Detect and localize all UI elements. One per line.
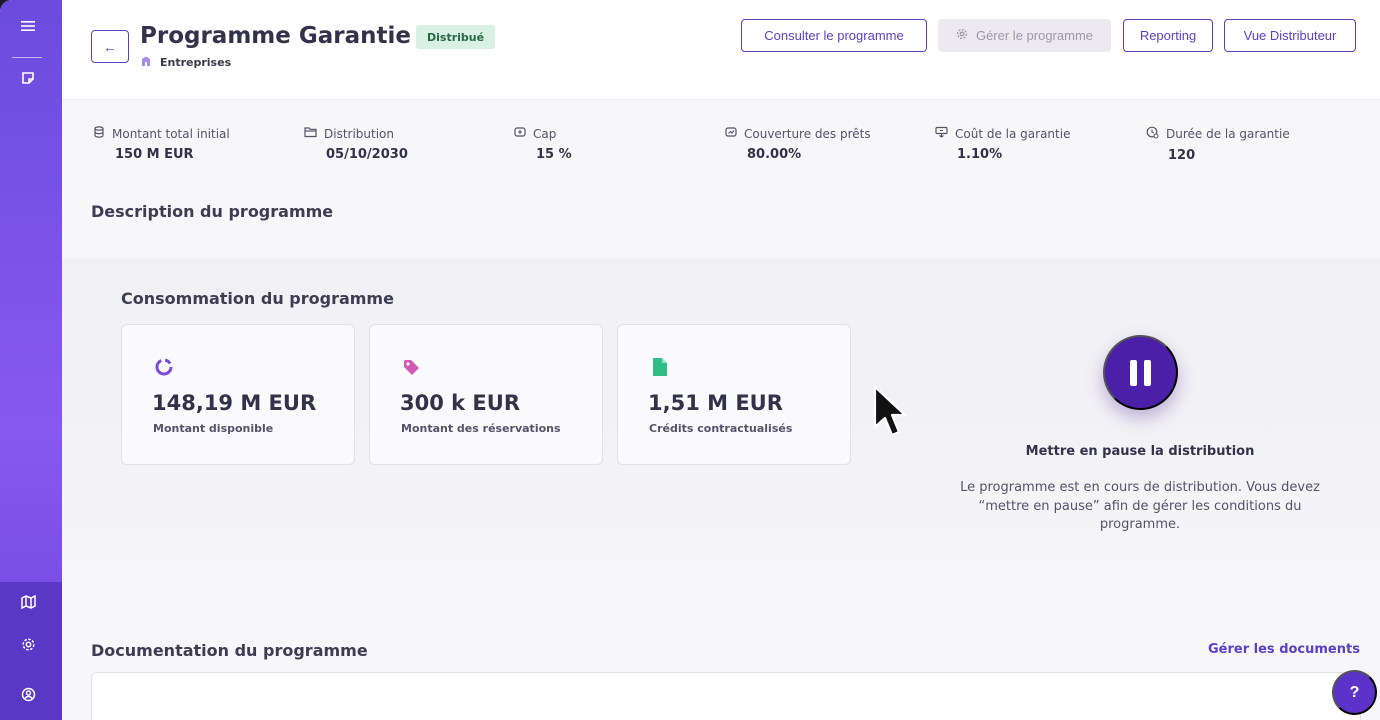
sidebar	[0, 0, 62, 720]
consult-program-button[interactable]: Consulter le programme	[741, 19, 927, 52]
cap-icon	[514, 126, 526, 141]
reservations-amount-card: 300 k EUR Montant des réservations	[369, 324, 603, 465]
stat-label: Couverture des prêts	[744, 126, 871, 141]
stat-value: 120	[1168, 148, 1196, 163]
manage-program-label: Gérer le programme	[975, 28, 1094, 43]
file-icon	[649, 356, 671, 378]
stat-distribution: Distribution 05/10/2030	[304, 126, 408, 162]
cost-icon	[935, 126, 948, 141]
clock-icon	[1146, 126, 1159, 142]
description-title: Description du programme	[91, 202, 334, 221]
donut-icon	[153, 356, 175, 378]
card-label: Crédits contractualisés	[649, 422, 793, 435]
folder-icon	[304, 126, 317, 141]
stat-label: Durée de la garantie	[1166, 127, 1290, 141]
pause-distribution-button[interactable]	[1103, 335, 1178, 410]
page-title: Programme Garantie A	[140, 23, 437, 49]
stat-value: 150 M EUR	[115, 147, 194, 162]
pause-description: Le programme est en cours de distributio…	[960, 480, 1320, 532]
main-content: ← Programme Garantie A Distribué Entrepr…	[62, 0, 1380, 720]
stat-guarantee-cost: Coût de la garantie 1.10%	[935, 126, 1070, 162]
card-value: 148,19 M EUR	[152, 391, 317, 415]
distributor-view-button[interactable]: Vue Distributeur	[1224, 19, 1356, 52]
app-window: ← Programme Garantie A Distribué Entrepr…	[0, 0, 1380, 720]
stat-loan-coverage: Couverture des prêts 80.00%	[725, 126, 871, 162]
stat-guarantee-duration: Durée de la garantie 120	[1146, 126, 1290, 163]
documentation-title: Documentation du programme	[91, 641, 368, 660]
stat-label: Montant total initial	[112, 126, 230, 141]
available-amount-card: 148,19 M EUR Montant disponible	[121, 324, 355, 465]
user-circle-icon[interactable]	[18, 684, 38, 704]
consumption-title: Consommation du programme	[121, 289, 394, 308]
database-icon	[93, 126, 105, 141]
stat-value: 05/10/2030	[326, 147, 408, 162]
notes-icon[interactable]	[18, 68, 38, 88]
stat-value: 80.00%	[747, 147, 802, 162]
program-stats: Montant total initial 150 M EUR Distribu…	[62, 120, 1380, 170]
page-header: ← Programme Garantie A Distribué Entrepr…	[62, 0, 1380, 100]
manage-program-button[interactable]: Gérer le programme	[938, 19, 1111, 52]
back-button[interactable]: ←	[91, 30, 129, 63]
stat-cap: Cap 15 %	[514, 126, 572, 162]
map-icon[interactable]	[18, 592, 38, 612]
stat-label: Cap	[533, 126, 557, 141]
help-button[interactable]: ?	[1332, 670, 1377, 715]
pause-icon	[1144, 359, 1151, 386]
stat-value: 1.10%	[957, 147, 1003, 162]
stat-value: 15 %	[536, 147, 572, 162]
stat-label: Distribution	[324, 126, 395, 141]
pause-icon	[1130, 359, 1137, 386]
consumption-section: Consommation du programme 148,19 M EUR M…	[62, 258, 1380, 618]
card-label: Montant disponible	[153, 422, 274, 435]
mouse-cursor-icon	[872, 385, 912, 445]
sidebar-divider	[12, 57, 42, 58]
card-label: Montant des réservations	[401, 422, 561, 435]
card-value: 300 k EUR	[400, 391, 520, 415]
gear-icon	[956, 28, 968, 43]
stat-label: Coût de la garantie	[955, 126, 1071, 141]
status-badge: Distribué	[416, 25, 496, 49]
gear-icon[interactable]	[18, 634, 38, 654]
documents-panel	[91, 672, 1361, 720]
card-value: 1,51 M EUR	[648, 391, 783, 415]
pause-title: Mettre en pause la distribution	[1025, 444, 1255, 459]
manage-documents-link[interactable]: Gérer les documents	[1208, 642, 1360, 657]
coverage-icon	[725, 126, 737, 141]
menu-icon[interactable]	[18, 16, 38, 36]
segment-label: Entreprises	[140, 55, 231, 70]
tag-icon	[401, 356, 423, 378]
building-icon	[140, 55, 152, 70]
segment-text: Entreprises	[160, 56, 232, 69]
stat-total-amount: Montant total initial 150 M EUR	[93, 126, 230, 162]
contracted-credits-card: 1,51 M EUR Crédits contractualisés	[617, 324, 851, 465]
reporting-button[interactable]: Reporting	[1123, 19, 1213, 52]
